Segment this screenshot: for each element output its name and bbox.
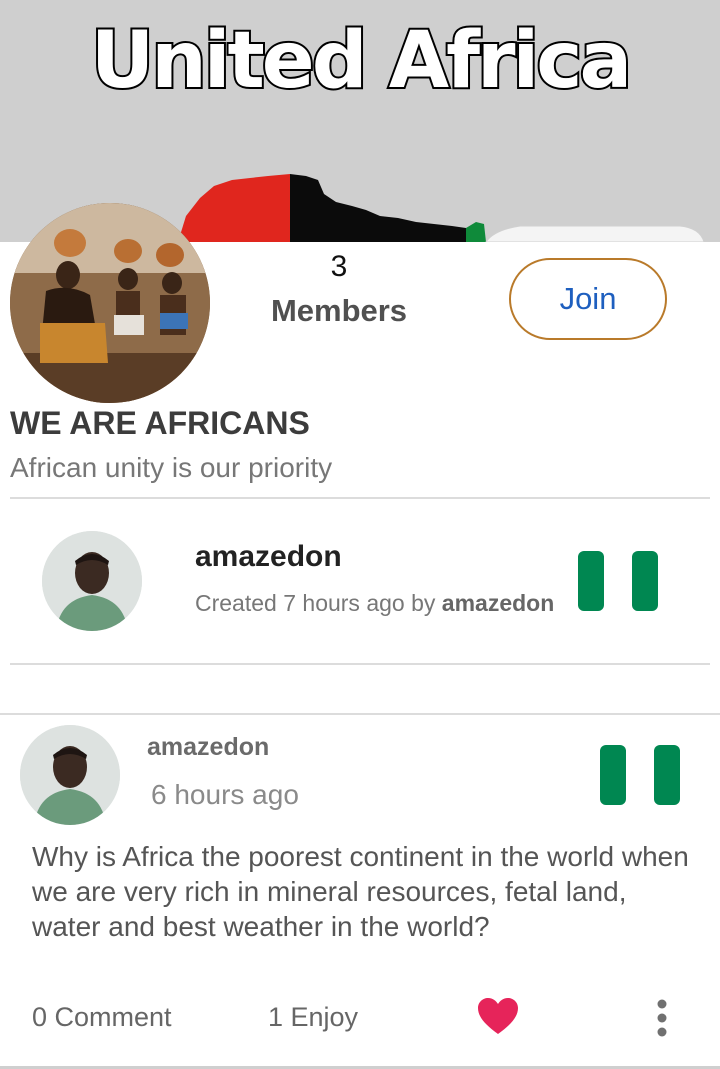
post-body: Why is Africa the poorest continent in t…	[32, 841, 689, 942]
divider	[10, 497, 710, 499]
group-description: African unity is our priority	[10, 452, 333, 483]
member-count: 3	[330, 250, 348, 283]
user-photo-image	[20, 725, 120, 825]
join-button[interactable]: Join	[509, 258, 667, 340]
creator-avatar[interactable]	[42, 531, 142, 631]
created-info: Created 7 hours ago by amazedon	[195, 590, 554, 617]
group-name: WE ARE AFRICANS	[10, 405, 310, 441]
created-info-label: Created 7 hours ago by	[195, 590, 436, 616]
post-timestamp: 6 hours ago	[151, 779, 299, 810]
more-vertical-icon[interactable]	[650, 998, 674, 1038]
banner-title: United Africa	[89, 16, 634, 106]
nigeria-flag-icon	[578, 551, 658, 611]
enjoy-count-button[interactable]: 1 Enjoy	[268, 1002, 358, 1033]
divider	[0, 713, 720, 715]
divider	[10, 663, 710, 665]
post-author-name[interactable]: amazedon	[147, 733, 269, 762]
group-photo-image	[10, 203, 210, 403]
user-photo-image	[42, 531, 142, 631]
member-label: Members	[270, 293, 408, 328]
creator-username[interactable]: amazedon	[195, 540, 342, 574]
created-by-username[interactable]: amazedon	[442, 590, 554, 616]
group-avatar[interactable]	[10, 203, 210, 403]
nigeria-flag-icon	[600, 745, 680, 805]
post-author-avatar[interactable]	[20, 725, 120, 825]
heart-icon[interactable]	[478, 998, 518, 1036]
comment-count-button[interactable]: 0 Comment	[32, 1002, 172, 1033]
